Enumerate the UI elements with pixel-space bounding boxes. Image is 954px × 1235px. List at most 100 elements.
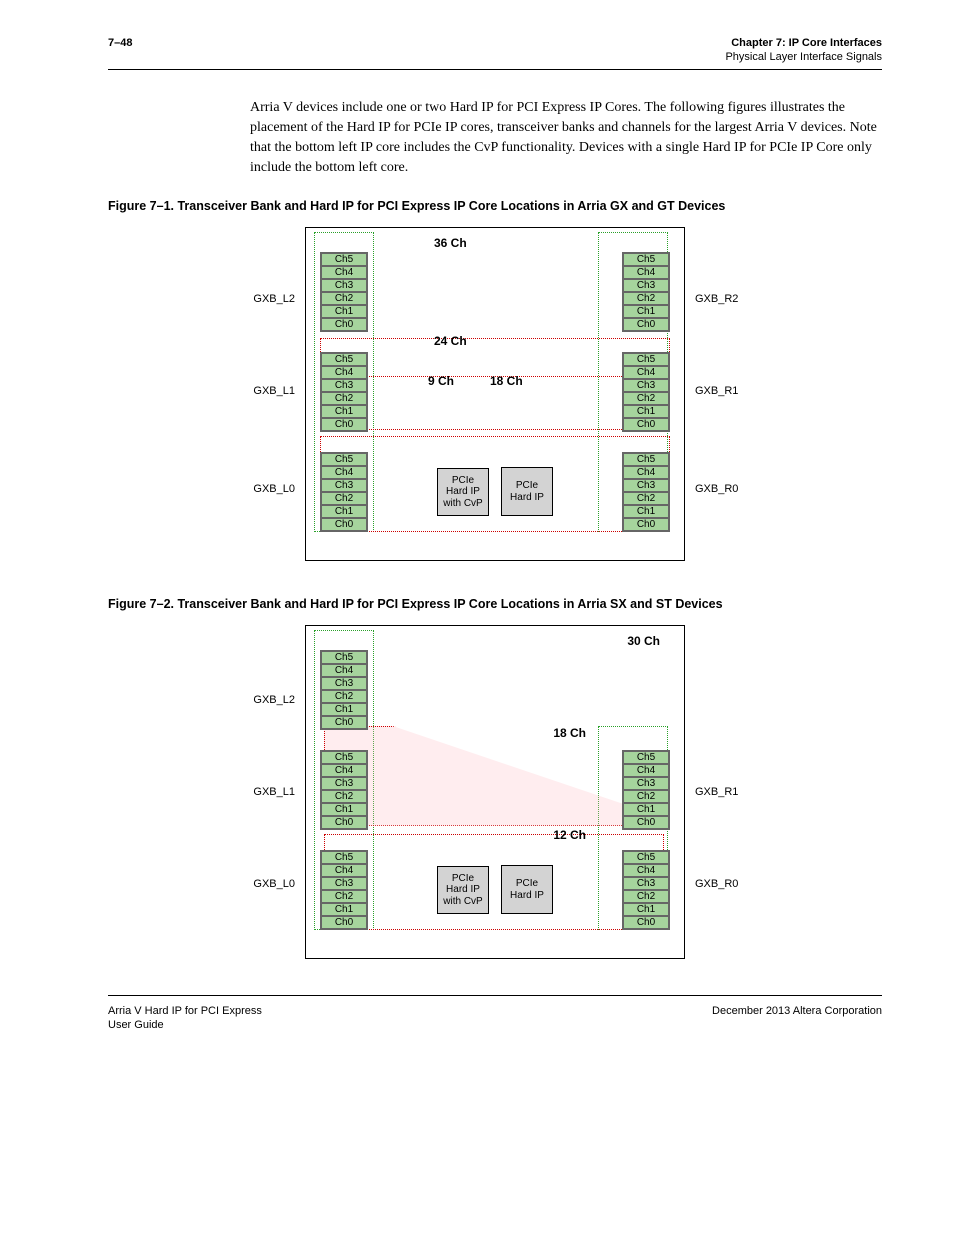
channel-cell: Ch2 [623, 392, 669, 405]
label-30ch: 30 Ch [627, 634, 660, 648]
channel-cell: Ch0 [321, 716, 367, 729]
bank2-l1: Ch5Ch4Ch3Ch2Ch1Ch0 [320, 750, 368, 830]
bank-l0: Ch5Ch4Ch3Ch2Ch1Ch0 [320, 452, 368, 532]
channel-cell: Ch0 [321, 518, 367, 531]
label-gxb-r1: GXB_R1 [695, 385, 751, 397]
channel-cell: Ch4 [623, 466, 669, 479]
channel-cell: Ch2 [321, 292, 367, 305]
label-gxb-l1: GXB_L1 [239, 385, 295, 397]
footer-doc-title: Arria V Hard IP for PCI Express [108, 1004, 262, 1018]
label2-gxb-l0: GXB_L0 [239, 878, 295, 890]
channel-cell: Ch4 [623, 266, 669, 279]
figure-1-caption: Figure 7–1. Transceiver Bank and Hard IP… [108, 199, 882, 213]
bank2-r0: Ch5Ch4Ch3Ch2Ch1Ch0 [622, 850, 670, 930]
page-footer: Arria V Hard IP for PCI Express User Gui… [108, 1004, 882, 1033]
channel-cell: Ch1 [623, 903, 669, 916]
channel-cell: Ch3 [623, 877, 669, 890]
channel-cell: Ch5 [623, 751, 669, 764]
channel-cell: Ch1 [321, 703, 367, 716]
pcie-hard-ip: PCIe Hard IP [501, 467, 553, 516]
body-paragraph: Arria V devices include one or two Hard … [250, 98, 882, 179]
channel-cell: Ch5 [623, 253, 669, 266]
channel-cell: Ch1 [321, 903, 367, 916]
channel-cell: Ch3 [623, 777, 669, 790]
figure-1: GXB_L2 GXB_L1 GXB_L0 36 Ch Ch5Ch4Ch3Ch2C… [108, 227, 882, 561]
channel-cell: Ch4 [321, 366, 367, 379]
footer-rule [108, 995, 882, 996]
channel-cell: Ch0 [321, 916, 367, 929]
page: 7–48 Chapter 7: IP Core Interfaces Physi… [0, 0, 954, 1072]
channel-cell: Ch2 [321, 890, 367, 903]
channel-cell: Ch2 [321, 690, 367, 703]
channel-cell: Ch3 [321, 777, 367, 790]
channel-cell: Ch0 [321, 816, 367, 829]
channel-cell: Ch0 [623, 518, 669, 531]
channel-cell: Ch5 [623, 851, 669, 864]
figure-2-diagram: 30 Ch Ch5Ch4Ch3Ch2Ch1Ch0 18 Ch Ch5Ch4Ch3… [305, 625, 685, 959]
channel-cell: Ch3 [321, 279, 367, 292]
bank-l1: Ch5Ch4Ch3Ch2Ch1Ch0 [320, 352, 368, 432]
channel-cell: Ch1 [623, 405, 669, 418]
channel-cell: Ch5 [321, 651, 367, 664]
channel-cell: Ch4 [623, 764, 669, 777]
channel-cell: Ch2 [321, 492, 367, 505]
page-header: 7–48 Chapter 7: IP Core Interfaces Physi… [108, 36, 882, 65]
label-gxb-r0: GXB_R0 [695, 483, 751, 495]
channel-cell: Ch1 [623, 505, 669, 518]
channel-cell: Ch0 [321, 318, 367, 331]
label-36ch: 36 Ch [434, 236, 467, 250]
channel-cell: Ch4 [321, 664, 367, 677]
label-gxb-r2: GXB_R2 [695, 293, 751, 305]
channel-cell: Ch5 [321, 253, 367, 266]
bank-r0: Ch5Ch4Ch3Ch2Ch1Ch0 [622, 452, 670, 532]
label2-12ch: 12 Ch [553, 828, 586, 842]
label2-gxb-l1: GXB_L1 [239, 786, 295, 798]
bank2-l2: Ch5Ch4Ch3Ch2Ch1Ch0 [320, 650, 368, 730]
channel-cell: Ch0 [321, 418, 367, 431]
label2-18ch: 18 Ch [553, 726, 586, 740]
channel-cell: Ch4 [321, 864, 367, 877]
footer-doc-subtitle: User Guide [108, 1018, 262, 1032]
channel-cell: Ch3 [321, 877, 367, 890]
channel-cell: Ch0 [623, 318, 669, 331]
channel-cell: Ch2 [623, 790, 669, 803]
channel-cell: Ch4 [321, 466, 367, 479]
channel-cell: Ch1 [321, 405, 367, 418]
channel-cell: Ch3 [321, 677, 367, 690]
channel-cell: Ch3 [321, 479, 367, 492]
channel-cell: Ch3 [321, 379, 367, 392]
label-24ch: 24 Ch [434, 334, 467, 348]
channel-cell: Ch1 [321, 305, 367, 318]
pcie2-hard-ip: PCIe Hard IP [501, 865, 553, 914]
channel-cell: Ch2 [623, 492, 669, 505]
channel-cell: Ch1 [321, 505, 367, 518]
channel-cell: Ch5 [321, 353, 367, 366]
figure-2: GXB_L2 GXB_L1 GXB_L0 30 Ch Ch5Ch4Ch3Ch2C… [108, 625, 882, 959]
label2-gxb-r0: GXB_R0 [695, 878, 751, 890]
channel-cell: Ch1 [623, 803, 669, 816]
channel-cell: Ch1 [321, 803, 367, 816]
channel-cell: Ch0 [623, 816, 669, 829]
channel-cell: Ch4 [321, 764, 367, 777]
bank-r1: Ch5Ch4Ch3Ch2Ch1Ch0 [622, 352, 670, 432]
chapter-title: Chapter 7: IP Core Interfaces [725, 36, 882, 50]
page-number: 7–48 [108, 36, 132, 65]
pcie-hard-ip-cvp: PCIe Hard IP with CvP [437, 468, 489, 517]
channel-cell: Ch4 [623, 366, 669, 379]
header-rule [108, 69, 882, 70]
channel-cell: Ch3 [623, 379, 669, 392]
bank-r2: Ch5Ch4Ch3Ch2Ch1Ch0 [622, 252, 670, 332]
channel-cell: Ch5 [321, 751, 367, 764]
channel-cell: Ch3 [623, 479, 669, 492]
label-gxb-l2: GXB_L2 [239, 293, 295, 305]
channel-cell: Ch4 [321, 266, 367, 279]
section-title: Physical Layer Interface Signals [725, 50, 882, 64]
channel-cell: Ch5 [623, 353, 669, 366]
label2-gxb-l2: GXB_L2 [239, 694, 295, 706]
channel-cell: Ch2 [321, 392, 367, 405]
footer-right: December 2013 Altera Corporation [712, 1004, 882, 1033]
bank-l2: Ch5Ch4Ch3Ch2Ch1Ch0 [320, 252, 368, 332]
channel-cell: Ch0 [623, 916, 669, 929]
channel-cell: Ch2 [623, 890, 669, 903]
channel-cell: Ch5 [623, 453, 669, 466]
